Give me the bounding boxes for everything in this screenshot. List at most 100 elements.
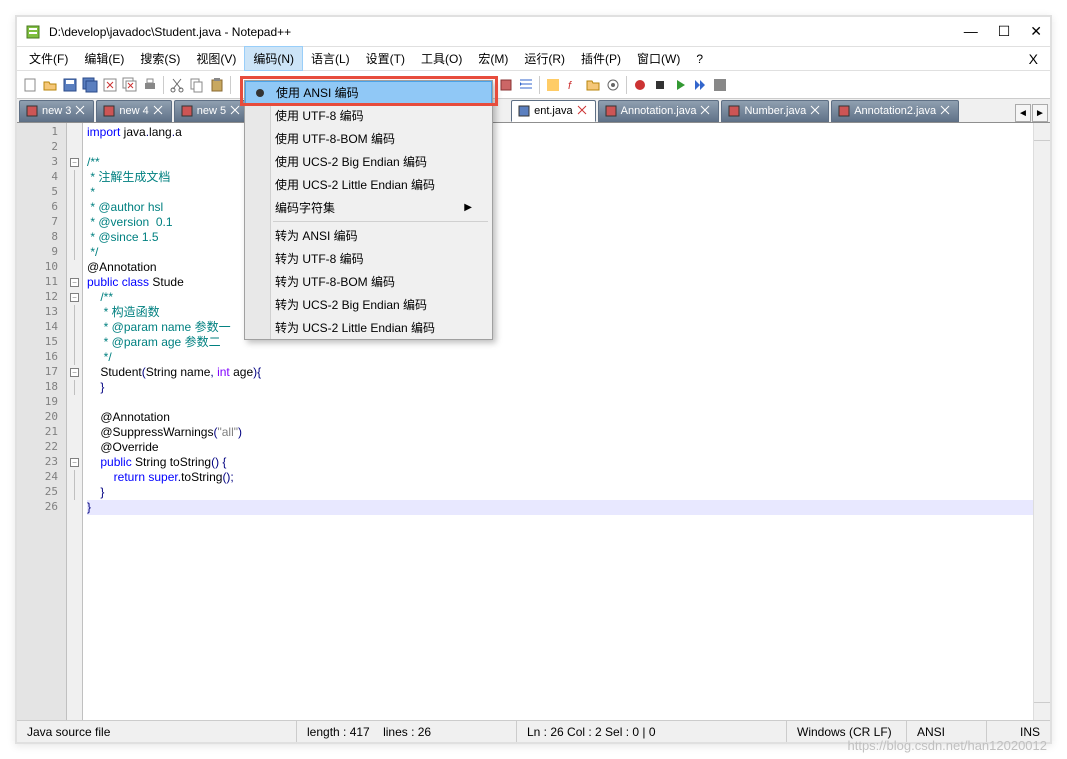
code-line-12[interactable]: /** <box>87 290 1033 305</box>
menu-item-label: 使用 ANSI 编码 <box>276 84 359 101</box>
menu-item-转为 UTF-8-BOM 编码[interactable]: 转为 UTF-8-BOM 编码 <box>245 270 492 293</box>
menu-item-使用 UTF-8 编码[interactable]: 使用 UTF-8 编码 <box>245 104 492 127</box>
code-line-6[interactable]: * @author hsl <box>87 200 1033 215</box>
tab-label: ent.java <box>534 105 573 117</box>
menu-item-使用 UCS-2 Little Endian 编码[interactable]: 使用 UCS-2 Little Endian 编码 <box>245 173 492 196</box>
new-icon[interactable] <box>21 76 39 94</box>
code-line-13[interactable]: * 构造函数 <box>87 305 1033 320</box>
menu-编码(N)[interactable]: 编码(N) <box>244 46 303 71</box>
code-line-19[interactable] <box>87 395 1033 410</box>
code-line-5[interactable]: * <box>87 185 1033 200</box>
tab-close-icon[interactable] <box>940 105 952 117</box>
menu-编辑(E)[interactable]: 编辑(E) <box>76 47 132 70</box>
copy-icon[interactable] <box>188 76 206 94</box>
code-line-23[interactable]: public String toString() { <box>87 455 1033 470</box>
code-line-4[interactable]: * 注解生成文档 <box>87 170 1033 185</box>
fold-marker[interactable]: − <box>67 290 82 305</box>
save-macro-icon[interactable] <box>711 76 729 94</box>
code-line-26[interactable]: } <box>87 500 1033 515</box>
menu-窗口(W)[interactable]: 窗口(W) <box>629 47 688 70</box>
fold-marker[interactable]: − <box>67 275 82 290</box>
save-all-icon[interactable] <box>81 76 99 94</box>
vertical-scrollbar[interactable] <box>1033 123 1050 720</box>
code-line-18[interactable]: } <box>87 380 1033 395</box>
menu-工具(O)[interactable]: 工具(O) <box>413 47 470 70</box>
menu-视图(V)[interactable]: 视图(V) <box>188 47 244 70</box>
menu-文件(F)[interactable]: 文件(F) <box>21 47 76 70</box>
tab-Annotation2.java[interactable]: Annotation2.java <box>831 100 959 122</box>
play-icon[interactable] <box>671 76 689 94</box>
menu-item-使用 ANSI 编码[interactable]: 使用 ANSI 编码 <box>245 81 492 104</box>
code-line-7[interactable]: * @version 0.1 <box>87 215 1033 230</box>
menu-宏(M)[interactable]: 宏(M) <box>470 47 516 70</box>
fold-marker[interactable]: − <box>67 365 82 380</box>
cut-icon[interactable] <box>168 76 186 94</box>
doc-close-button[interactable]: X <box>1021 51 1046 67</box>
menu-item-转为 ANSI 编码[interactable]: 转为 ANSI 编码 <box>245 224 492 247</box>
minimize-button[interactable]: — <box>964 23 978 40</box>
code-line-8[interactable]: * @since 1.5 <box>87 230 1033 245</box>
tab-close-icon[interactable] <box>75 105 87 117</box>
code-line-17[interactable]: Student(String name, int age){ <box>87 365 1033 380</box>
function-icon[interactable]: f <box>564 76 582 94</box>
maximize-button[interactable]: ☐ <box>998 23 1011 40</box>
code-line-1[interactable]: import java.lang.a <box>87 125 1033 140</box>
stop-icon[interactable] <box>651 76 669 94</box>
code-line-15[interactable]: * @param age 参数二 <box>87 335 1033 350</box>
tab-close-icon[interactable] <box>577 105 589 117</box>
code-line-24[interactable]: return super.toString(); <box>87 470 1033 485</box>
tab-close-icon[interactable] <box>700 105 712 117</box>
code-line-2[interactable] <box>87 140 1033 155</box>
code-line-10[interactable]: @Annotation <box>87 260 1033 275</box>
code-line-14[interactable]: * @param name 参数一 <box>87 320 1033 335</box>
tool-icon[interactable] <box>497 76 515 94</box>
menu-?[interactable]: ? <box>688 49 711 69</box>
code-line-3[interactable]: /** <box>87 155 1033 170</box>
code-editor[interactable]: import java.lang.a /** * 注解生成文档 * * @aut… <box>83 123 1033 720</box>
paste-icon[interactable] <box>208 76 226 94</box>
code-line-9[interactable]: */ <box>87 245 1033 260</box>
tab-ent.java[interactable]: ent.java <box>511 100 596 122</box>
tab-Number.java[interactable]: Number.java <box>721 100 829 122</box>
tab-scroll-left[interactable]: ◄ <box>1015 104 1031 122</box>
menu-item-编码字符集[interactable]: 编码字符集▶ <box>245 196 492 219</box>
fold-marker[interactable]: − <box>67 155 82 170</box>
code-line-20[interactable]: @Annotation <box>87 410 1033 425</box>
code-line-22[interactable]: @Override <box>87 440 1033 455</box>
open-icon[interactable] <box>41 76 59 94</box>
save-icon[interactable] <box>61 76 79 94</box>
menu-item-转为 UTF-8 编码[interactable]: 转为 UTF-8 编码 <box>245 247 492 270</box>
record-icon[interactable] <box>631 76 649 94</box>
menu-item-转为 UCS-2 Big Endian 编码[interactable]: 转为 UCS-2 Big Endian 编码 <box>245 293 492 316</box>
code-line-16[interactable]: */ <box>87 350 1033 365</box>
code-line-25[interactable]: } <box>87 485 1033 500</box>
tab-new 4[interactable]: new 4 <box>96 100 171 122</box>
tab-close-icon[interactable] <box>153 105 165 117</box>
tab-Annotation.java[interactable]: Annotation.java <box>598 100 720 122</box>
menu-运行(R)[interactable]: 运行(R) <box>516 47 573 70</box>
tab-new 3[interactable]: new 3 <box>19 100 94 122</box>
menu-item-使用 UTF-8-BOM 编码[interactable]: 使用 UTF-8-BOM 编码 <box>245 127 492 150</box>
tab-new 5[interactable]: new 5 <box>174 100 249 122</box>
folder-icon[interactable] <box>584 76 602 94</box>
code-line-21[interactable]: @SuppressWarnings("all") <box>87 425 1033 440</box>
close-doc-icon[interactable] <box>101 76 119 94</box>
close-all-icon[interactable] <box>121 76 139 94</box>
menu-item-转为 UCS-2 Little Endian 编码[interactable]: 转为 UCS-2 Little Endian 编码 <box>245 316 492 339</box>
monitor-icon[interactable] <box>604 76 622 94</box>
menu-搜索(S)[interactable]: 搜索(S) <box>132 47 188 70</box>
tab-close-icon[interactable] <box>230 105 242 117</box>
tab-scroll-right[interactable]: ► <box>1032 104 1048 122</box>
fold-marker[interactable]: − <box>67 455 82 470</box>
menu-设置(T)[interactable]: 设置(T) <box>358 47 413 70</box>
print-icon[interactable] <box>141 76 159 94</box>
menu-语言(L)[interactable]: 语言(L) <box>303 47 358 70</box>
menu-插件(P)[interactable]: 插件(P) <box>573 47 629 70</box>
tool-icon-2[interactable] <box>544 76 562 94</box>
code-line-11[interactable]: public class Stude <box>87 275 1033 290</box>
fast-forward-icon[interactable] <box>691 76 709 94</box>
menu-item-使用 UCS-2 Big Endian 编码[interactable]: 使用 UCS-2 Big Endian 编码 <box>245 150 492 173</box>
indent-icon[interactable] <box>517 76 535 94</box>
tab-close-icon[interactable] <box>810 105 822 117</box>
close-button[interactable]: ✕ <box>1030 23 1042 40</box>
